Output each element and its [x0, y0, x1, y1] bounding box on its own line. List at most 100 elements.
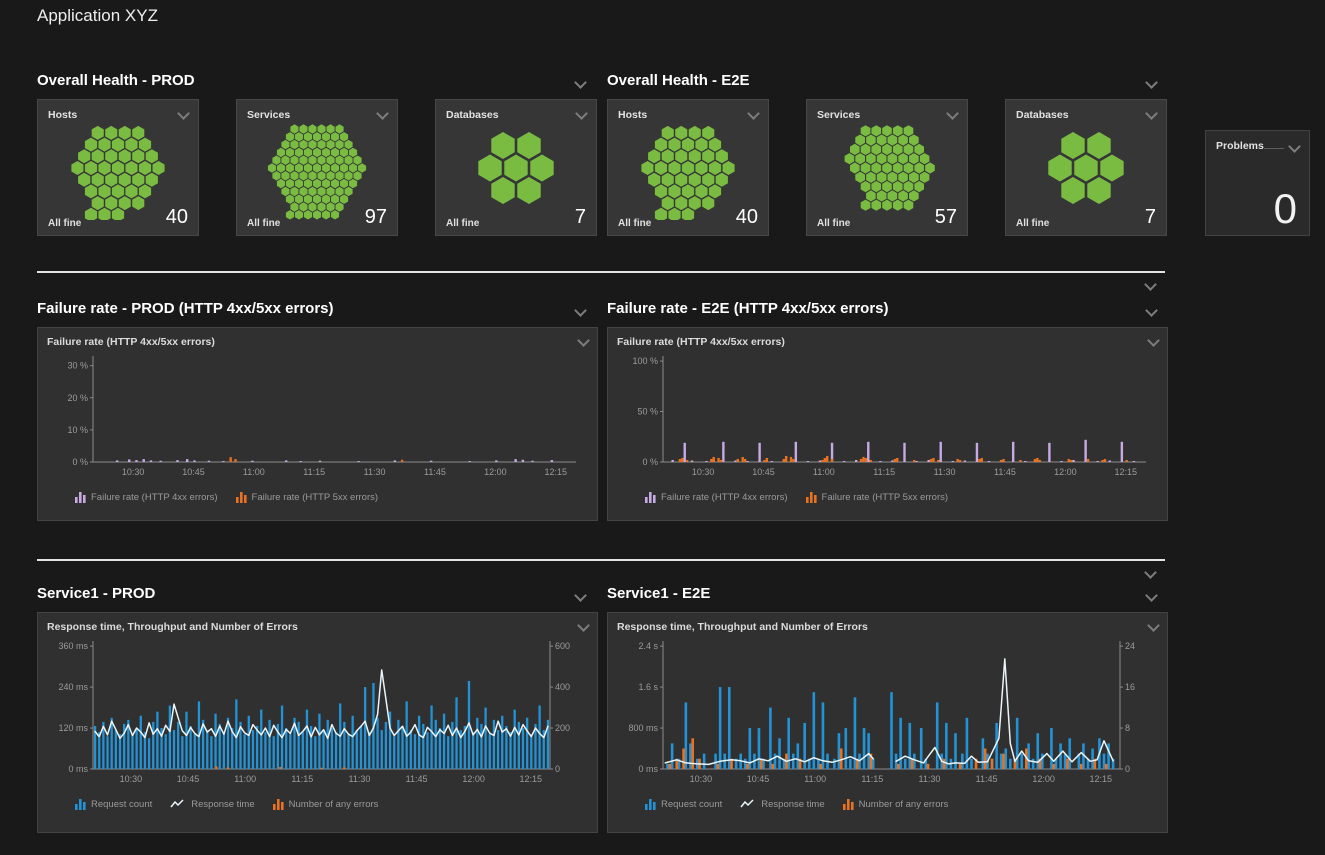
status-text: All fine — [247, 218, 280, 229]
legend-item-failure-rate-http-5xx-errors-[interactable]: Failure rate (HTTP 5xx errors) — [236, 491, 379, 503]
chevron-down-icon[interactable] — [1145, 304, 1158, 317]
section-title-failure-rate-prod: Failure rate - PROD (HTTP 4xx/5xx errors… — [37, 300, 334, 317]
honeycomb-chart — [1006, 116, 1166, 220]
legend-label: Response time — [761, 799, 824, 810]
chevron-down-icon[interactable] — [1147, 619, 1160, 632]
legend-item-failure-rate-http-4xx-errors-[interactable]: Failure rate (HTTP 4xx errors) — [75, 491, 218, 503]
health-tile-prod-services[interactable]: ServicesAll fine97 — [236, 99, 398, 236]
legend-item-response-time[interactable]: Response time — [170, 799, 254, 810]
dashboard: Application XYZ Overall Health - PROD Ov… — [0, 0, 1325, 855]
svg-text:12:00: 12:00 — [1032, 774, 1055, 784]
svg-text:8: 8 — [1125, 723, 1130, 733]
failure-prod-chart: 0 %10 %20 %30 %10:3010:4511:0011:1511:30… — [47, 348, 586, 480]
problems-count: 0 — [1274, 185, 1297, 233]
svg-text:11:00: 11:00 — [243, 467, 265, 477]
section-title-service1-prod: Service1 - PROD — [37, 585, 155, 602]
chart-legend: Failure rate (HTTP 4xx errors) Failure ra… — [75, 491, 588, 503]
chevron-down-icon[interactable] — [1147, 334, 1160, 347]
svg-text:11:30: 11:30 — [349, 774, 371, 784]
section-title-overall-health-prod: Overall Health - PROD — [37, 72, 195, 89]
failure-rate-prod-chart-tile[interactable]: Failure rate (HTTP 4xx/5xx errors)0 %10 … — [37, 327, 598, 521]
svg-text:200: 200 — [555, 723, 570, 733]
status-text: All fine — [1016, 218, 1049, 229]
svg-text:24: 24 — [1125, 641, 1135, 651]
section-title-failure-rate-e2e: Failure rate - E2E (HTTP 4xx/5xx errors) — [607, 300, 889, 317]
svg-text:12:15: 12:15 — [544, 467, 567, 477]
health-tile-prod-hosts[interactable]: HostsAll fine40 — [37, 99, 199, 236]
chevron-down-icon[interactable] — [1145, 589, 1158, 602]
svg-text:0 %: 0 % — [72, 457, 88, 467]
svg-text:240 ms: 240 ms — [58, 682, 88, 692]
health-tile-e2e-hosts[interactable]: HostsAll fine40 — [607, 99, 769, 236]
honeycomb-chart — [436, 116, 596, 220]
legend-label: Failure rate (HTTP 5xx errors) — [252, 492, 379, 503]
bar-series-icon — [645, 491, 656, 503]
svg-text:0: 0 — [555, 764, 560, 774]
problems-underline — [1264, 148, 1284, 149]
failure-e2e-chart: 0 %50 %100 %10:3010:4511:0011:1511:3011:… — [617, 348, 1156, 480]
svg-text:30 %: 30 % — [67, 361, 88, 371]
entity-count: 40 — [736, 206, 758, 229]
chart-title: Failure rate (HTTP 4xx/5xx errors) — [47, 336, 215, 348]
health-tile-e2e-databases[interactable]: DatabasesAll fine7 — [1005, 99, 1167, 236]
bar-series-icon — [75, 491, 86, 503]
failure-rate-e2e-chart-tile[interactable]: Failure rate (HTTP 4xx/5xx errors)0 %50 … — [607, 327, 1168, 521]
svg-text:0 ms: 0 ms — [638, 764, 658, 774]
legend-label: Response time — [191, 799, 254, 810]
health-tile-e2e-services[interactable]: ServicesAll fine57 — [806, 99, 968, 236]
svg-text:11:00: 11:00 — [813, 467, 835, 477]
chevron-down-icon[interactable] — [574, 304, 587, 317]
legend-item-number-of-any-errors[interactable]: Number of any errors — [273, 798, 379, 810]
health-tiles-e2e: HostsAll fine40ServicesAll fine57Databas… — [607, 99, 1169, 236]
chevron-down-icon[interactable] — [574, 76, 587, 89]
service-e2e-chart: 0 ms800 ms1.6 s2.4 s08162410:3010:4511:0… — [617, 633, 1156, 787]
svg-text:800 ms: 800 ms — [628, 723, 658, 733]
svg-text:10:45: 10:45 — [177, 774, 200, 784]
svg-text:600: 600 — [555, 641, 570, 651]
honeycomb-chart — [608, 116, 768, 220]
section-divider — [37, 559, 1165, 561]
legend-item-number-of-any-errors[interactable]: Number of any errors — [843, 798, 949, 810]
legend-item-request-count[interactable]: Request count — [645, 798, 722, 810]
chevron-down-icon[interactable] — [1144, 278, 1157, 291]
page-title: Application XYZ — [37, 6, 158, 26]
svg-text:12:00: 12:00 — [462, 774, 485, 784]
svg-text:11:15: 11:15 — [873, 467, 895, 477]
health-tile-prod-databases[interactable]: DatabasesAll fine7 — [435, 99, 597, 236]
legend-item-failure-rate-http-4xx-errors-[interactable]: Failure rate (HTTP 4xx errors) — [645, 491, 788, 503]
chevron-down-icon[interactable] — [1145, 76, 1158, 89]
svg-text:10:45: 10:45 — [752, 467, 775, 477]
status-text: All fine — [618, 218, 651, 229]
legend-label: Failure rate (HTTP 4xx errors) — [91, 492, 218, 503]
svg-text:10:45: 10:45 — [182, 467, 205, 477]
line-series-icon — [740, 799, 756, 809]
service1-e2e-chart-tile[interactable]: Response time, Throughput and Number of … — [607, 612, 1168, 833]
chevron-down-icon[interactable] — [577, 334, 590, 347]
service1-prod-chart-tile[interactable]: Response time, Throughput and Number of … — [37, 612, 598, 833]
chart-legend: Request count Response time Number of any … — [75, 798, 588, 810]
svg-text:12:15: 12:15 — [1114, 467, 1137, 477]
chevron-down-icon[interactable] — [574, 589, 587, 602]
svg-text:11:45: 11:45 — [406, 774, 428, 784]
status-text: All fine — [817, 218, 850, 229]
svg-text:12:00: 12:00 — [1054, 467, 1077, 477]
legend-item-response-time[interactable]: Response time — [740, 799, 824, 810]
problems-tile[interactable]: Problems 0 — [1205, 130, 1310, 236]
svg-text:100 %: 100 % — [632, 356, 658, 366]
bar-series-icon — [645, 798, 656, 810]
chart-title: Response time, Throughput and Number of … — [47, 621, 298, 633]
service-prod-chart: 0 ms120 ms240 ms360 ms020040060010:3010:… — [47, 633, 586, 787]
chevron-down-icon[interactable] — [1288, 140, 1301, 153]
status-text: All fine — [48, 218, 81, 229]
svg-text:11:30: 11:30 — [934, 467, 956, 477]
legend-item-failure-rate-http-5xx-errors-[interactable]: Failure rate (HTTP 5xx errors) — [806, 491, 949, 503]
svg-text:10:45: 10:45 — [747, 774, 770, 784]
legend-item-request-count[interactable]: Request count — [75, 798, 152, 810]
section-title-service1-e2e: Service1 - E2E — [607, 585, 710, 602]
chevron-down-icon[interactable] — [577, 619, 590, 632]
legend-label: Failure rate (HTTP 5xx errors) — [822, 492, 949, 503]
svg-text:12:00: 12:00 — [484, 467, 507, 477]
bar-series-icon — [75, 798, 86, 810]
chevron-down-icon[interactable] — [1144, 566, 1157, 579]
svg-text:12:15: 12:15 — [1090, 774, 1113, 784]
